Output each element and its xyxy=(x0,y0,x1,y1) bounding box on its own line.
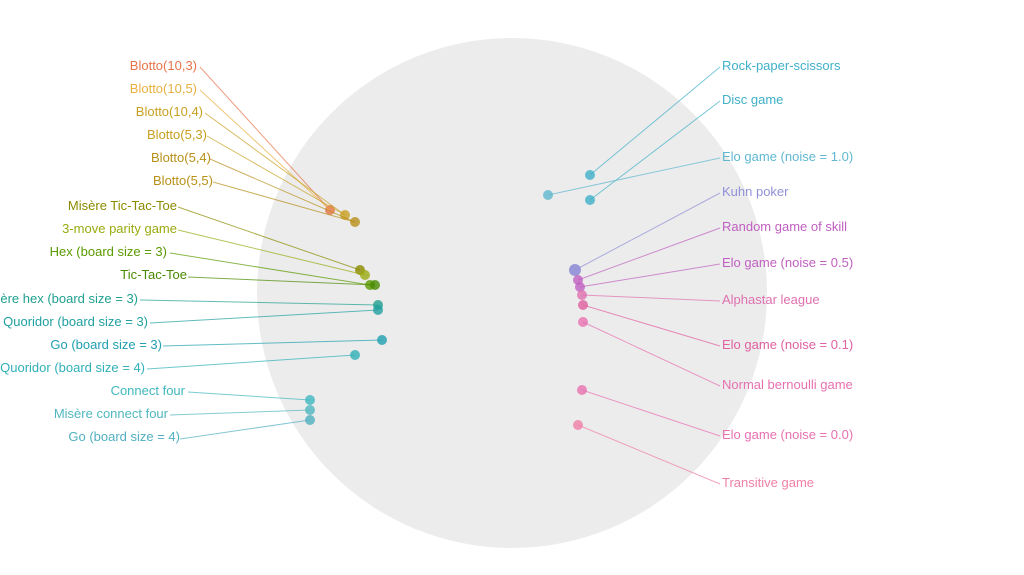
label-rps: Rock-paper-scissors xyxy=(722,58,841,73)
label-blotto-5-3: Blotto(5,3) xyxy=(147,127,207,142)
label-random-skill: Random game of skill xyxy=(722,219,847,234)
label-misere-connect4: Misère connect four xyxy=(54,406,169,421)
label-quoridor4: Quoridor (board size = 4) xyxy=(0,360,145,375)
label-connect4: Connect four xyxy=(111,383,186,398)
label-misere-hex3: Misère hex (board size = 3) xyxy=(0,291,138,306)
label-blotto-10-3: Blotto(10,3) xyxy=(130,58,197,73)
label-elo-0.0: Elo game (noise = 0.0) xyxy=(722,427,853,442)
label-quoridor3: Quoridor (board size = 3) xyxy=(3,314,148,329)
label-alphastar: Alphastar league xyxy=(722,292,820,307)
label-disc: Disc game xyxy=(722,92,783,107)
label-elo-0.1: Elo game (noise = 0.1) xyxy=(722,337,853,352)
label-blotto-10-5: Blotto(10,5) xyxy=(130,81,197,96)
label-kuhn: Kuhn poker xyxy=(722,184,789,199)
label-go4: Go (board size = 4) xyxy=(68,429,180,444)
label-blotto-10-4: Blotto(10,4) xyxy=(136,104,203,119)
main-chart: Blotto(10,3) Blotto(10,5) Blotto(10,4) B… xyxy=(0,0,1024,575)
label-ttt: Tic-Tac-Toe xyxy=(120,267,187,282)
label-elo-0.5: Elo game (noise = 0.5) xyxy=(722,255,853,270)
label-misere-ttt: Misère Tic-Tac-Toe xyxy=(68,198,177,213)
label-normal-bernoulli: Normal bernoulli game xyxy=(722,377,853,392)
label-transitive: Transitive game xyxy=(722,475,814,490)
label-go3: Go (board size = 3) xyxy=(50,337,162,352)
chart-container: Blotto(10,3) Blotto(10,5) Blotto(10,4) B… xyxy=(0,0,1024,575)
label-hex3: Hex (board size = 3) xyxy=(50,244,167,259)
label-elo-1: Elo game (noise = 1.0) xyxy=(722,149,853,164)
label-blotto-5-5: Blotto(5,5) xyxy=(153,173,213,188)
label-3move: 3-move parity game xyxy=(62,221,177,236)
label-blotto-5-4: Blotto(5,4) xyxy=(151,150,211,165)
